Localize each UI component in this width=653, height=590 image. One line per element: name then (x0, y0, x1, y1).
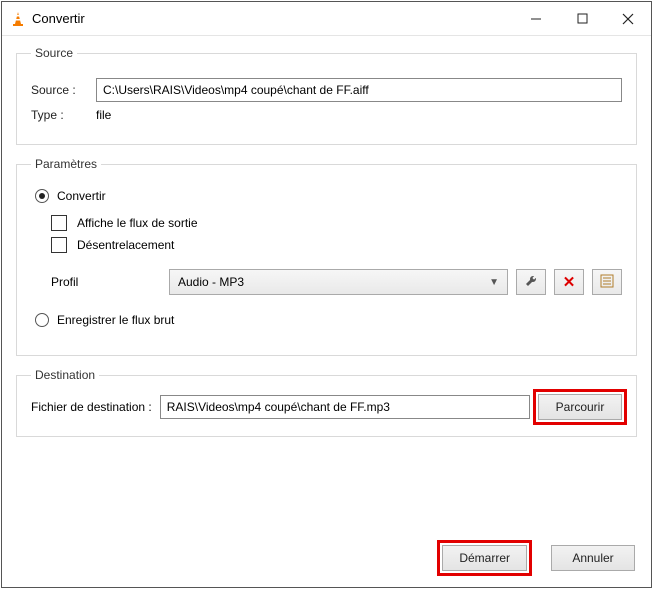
edit-profile-button[interactable] (516, 269, 546, 295)
source-legend: Source (31, 46, 77, 60)
source-label: Source : (31, 83, 86, 97)
checkbox-deinterlace-row[interactable]: Désentrelacement (51, 237, 622, 253)
window-title: Convertir (32, 11, 513, 26)
checkbox-show-output-row[interactable]: Affiche le flux de sortie (51, 215, 622, 231)
vlc-cone-icon (10, 11, 26, 27)
type-value: file (96, 108, 111, 122)
profile-combobox[interactable]: Audio - MP3 ▼ (169, 269, 508, 295)
radio-convert[interactable] (35, 189, 49, 203)
destination-group: Destination Fichier de destination : Par… (16, 368, 637, 437)
radio-convert-label: Convertir (57, 189, 106, 203)
minimize-button[interactable] (513, 2, 559, 36)
dialog-footer: Démarrer Annuler (2, 535, 651, 587)
radio-raw-row[interactable]: Enregistrer le flux brut (35, 313, 622, 327)
source-input[interactable] (96, 78, 622, 102)
parameters-legend: Paramètres (31, 157, 101, 171)
destination-label: Fichier de destination : (31, 400, 152, 414)
new-list-icon (600, 274, 614, 291)
checkbox-show-output[interactable] (51, 215, 67, 231)
type-label: Type : (31, 108, 86, 122)
checkbox-deinterlace[interactable] (51, 237, 67, 253)
checkbox-show-output-label: Affiche le flux de sortie (77, 216, 198, 230)
browse-button[interactable]: Parcourir (538, 394, 622, 420)
radio-convert-row[interactable]: Convertir (35, 189, 622, 203)
parameters-group: Paramètres Convertir Affiche le flux de … (16, 157, 637, 356)
profile-label: Profil (51, 275, 161, 289)
start-button[interactable]: Démarrer (442, 545, 527, 571)
source-group: Source Source : Type : file (16, 46, 637, 145)
destination-legend: Destination (31, 368, 99, 382)
radio-raw[interactable] (35, 313, 49, 327)
close-button[interactable] (605, 2, 651, 36)
titlebar: Convertir (2, 2, 651, 36)
delete-profile-button[interactable]: ✕ (554, 269, 584, 295)
cancel-button[interactable]: Annuler (551, 545, 635, 571)
chevron-down-icon: ▼ (489, 277, 499, 288)
convert-dialog: Convertir Source Source : Type : file Pa… (1, 1, 652, 588)
destination-input[interactable] (160, 395, 530, 419)
radio-raw-label: Enregistrer le flux brut (57, 313, 174, 327)
checkbox-deinterlace-label: Désentrelacement (77, 238, 174, 252)
profile-selected: Audio - MP3 (178, 275, 244, 289)
delete-x-icon: ✕ (563, 273, 576, 291)
new-profile-button[interactable] (592, 269, 622, 295)
wrench-icon (524, 274, 538, 291)
dialog-content: Source Source : Type : file Paramètres C… (2, 36, 651, 535)
maximize-button[interactable] (559, 2, 605, 36)
